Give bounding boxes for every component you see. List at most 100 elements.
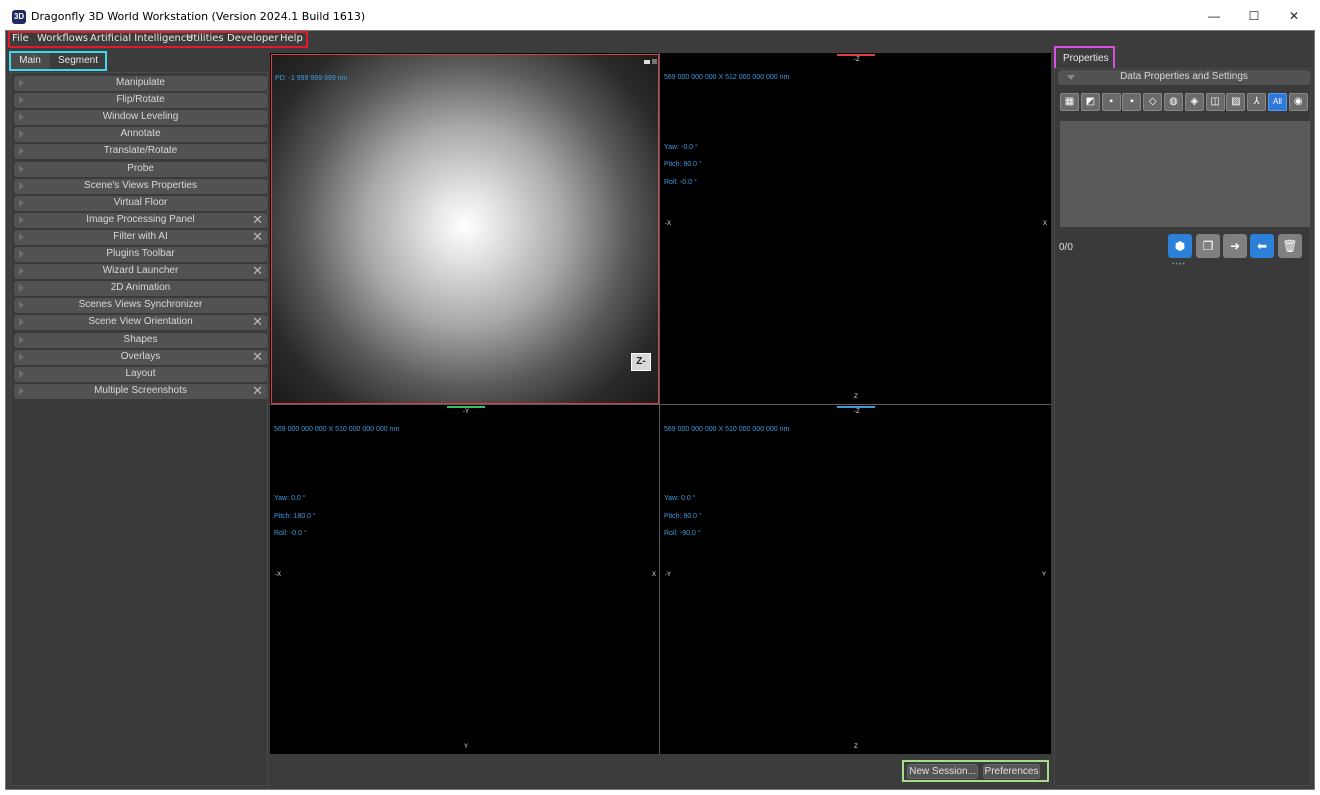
app-body: File Workflows Artificial Intelligence U… <box>5 30 1315 790</box>
panel-item-scenes-views-synchronizer[interactable]: Scenes Views Synchronizer <box>14 298 267 314</box>
viewport-area: PD: -1 999 999 999 nm Z- -Z 569 000 000 … <box>270 53 1051 754</box>
viewport-front-pitch: Pitch: 180.0 ° <box>274 513 316 520</box>
panel-item-label: Flip/Rotate <box>116 94 165 106</box>
close-button[interactable]: ✕ <box>1274 5 1314 27</box>
panel-item-annotate[interactable]: Annotate <box>14 127 267 143</box>
maximize-button[interactable]: ☐ <box>1234 5 1274 27</box>
close-panel-icon[interactable]: ✕ <box>252 229 263 244</box>
panel-item-label: Window Leveling <box>102 111 179 123</box>
delete-button[interactable]: 🗑 <box>1278 234 1302 258</box>
panel-item-label: Filter with AI <box>113 230 168 242</box>
menu-highlight-box <box>8 31 308 48</box>
close-panel-icon[interactable]: ✕ <box>252 212 263 227</box>
panel-item-filter-with-ai[interactable]: Filter with AI ✕ <box>14 229 267 245</box>
grid-icon[interactable]: ▦ <box>1060 93 1079 111</box>
panel-item-label: Annotate <box>120 128 161 140</box>
viewport-front[interactable]: -Y 569 000 000 000 X 510 000 000 000 nm … <box>271 406 659 753</box>
panel-item-scene-s-views-properties[interactable]: Scene's Views Properties <box>14 178 267 194</box>
panel-item-label: Multiple Screenshots <box>94 384 187 396</box>
axis-top-label: -Z <box>854 409 860 415</box>
panel-item-label: Scene's Views Properties <box>84 179 197 191</box>
viewport-side-size: 569 000 000 000 X 510 000 000 000 nm <box>664 426 790 433</box>
panel-item-multiple-screenshots[interactable]: Multiple Screenshots ✕ <box>14 383 267 399</box>
maximize-view-icon[interactable] <box>652 59 657 64</box>
viewport-front-size: 569 000 000 000 X 510 000 000 000 nm <box>274 426 400 433</box>
viewport-top[interactable]: -Z 569 000 000 000 X 512 000 000 000 nm … <box>661 54 1050 404</box>
panel-item-plugins-toolbar[interactable]: Plugins Toolbar <box>14 247 267 262</box>
panel-item-label: Wizard Launcher <box>102 265 179 277</box>
orientation-cube[interactable]: Z- <box>631 353 651 371</box>
window-title: Dragonfly 3D World Workstation (Version … <box>31 10 366 23</box>
camera-icon[interactable] <box>644 60 650 64</box>
panel-item-virtual-floor[interactable]: Virtual Floor <box>14 195 267 211</box>
panel-item-label: Manipulate <box>116 77 165 88</box>
panel-item-label: Plugins Toolbar <box>106 248 175 259</box>
hatch-icon[interactable]: ▨ <box>1226 93 1246 111</box>
panel-item-overlays[interactable]: Overlays ✕ <box>14 349 267 365</box>
axis-top-label: -Z <box>854 57 860 63</box>
axis-bottom-label: Y <box>464 744 469 750</box>
axis-right-label: X <box>1043 221 1048 227</box>
close-panel-icon[interactable]: ✕ <box>252 315 263 329</box>
properties-highlight-box <box>1054 46 1115 70</box>
minimize-button[interactable]: — <box>1194 5 1234 27</box>
bounds-icon[interactable]: ◫ <box>1205 93 1225 111</box>
export-button[interactable]: ➜ <box>1223 234 1247 258</box>
eye-icon[interactable]: ◉ <box>1288 93 1308 111</box>
close-panel-icon[interactable]: ✕ <box>252 349 263 364</box>
panel-item-label: Shapes <box>123 333 158 345</box>
filter-all-button[interactable]: All <box>1268 93 1287 111</box>
data-properties-header[interactable]: Data Properties and Settings <box>1058 70 1310 85</box>
axis-left-label: -Y <box>665 572 671 578</box>
panel-item-translate-rotate[interactable]: Translate/Rotate <box>14 144 267 160</box>
menu-bar: File Workflows Artificial Intelligence U… <box>6 31 1314 48</box>
viewport-3d[interactable]: PD: -1 999 999 999 nm Z- <box>271 54 659 404</box>
import-button[interactable]: ⬅ <box>1250 234 1274 258</box>
viewport-top-yaw: Yaw: -0.0 ° <box>664 144 698 151</box>
axis-left-label: -X <box>275 572 281 578</box>
panel-item-shapes[interactable]: Shapes <box>14 332 267 348</box>
viewport-side-marker <box>837 406 875 408</box>
panel-item-label: 2D Animation <box>110 282 171 294</box>
panel-item-window-leveling[interactable]: Window Leveling <box>14 110 267 126</box>
bottom-buttons-highlight-box <box>902 760 1049 782</box>
diamond-icon[interactable]: ◇ <box>1143 93 1163 111</box>
viewport-top-size: 569 000 000 000 X 512 000 000 000 nm <box>664 74 790 81</box>
data-list[interactable] <box>1060 121 1310 227</box>
panel-item-layout[interactable]: Layout <box>14 366 267 382</box>
panel-item-label: Scene View Orientation <box>88 316 193 328</box>
skeleton-icon[interactable]: ⅄ <box>1247 93 1267 111</box>
close-panel-icon[interactable]: ✕ <box>252 264 263 278</box>
title-bar: 3D Dragonfly 3D World Workstation (Versi… <box>0 0 1320 31</box>
range-icon[interactable]: ◩ <box>1080 93 1100 111</box>
panel-item-manipulate[interactable]: Manipulate <box>14 76 267 91</box>
panel-item-flip-rotate[interactable]: Flip/Rotate <box>14 93 267 109</box>
panel-item-image-processing-panel[interactable]: Image Processing Panel ✕ <box>14 212 267 228</box>
viewport-side[interactable]: -Z 569 000 000 000 X 510 000 000 000 nm … <box>661 406 1050 753</box>
properties-panel: Data Properties and Settings ▦ ◩ ▪ ▪ ◇ ◍ ◈ ◫ ▨ ⅄ A… <box>1054 68 1311 786</box>
tabs-highlight-box <box>9 51 107 71</box>
splitter-dots[interactable]: •••• <box>1172 261 1186 268</box>
viewport-top-roll: Roll: -0.0 ° <box>664 179 697 186</box>
viewport-top-marker <box>837 54 875 56</box>
square-icon[interactable]: ▪ <box>1101 93 1121 111</box>
data-properties-label: Data Properties and Settings <box>1120 71 1248 82</box>
viewport-divider-horizontal[interactable] <box>270 404 1051 405</box>
app-logo-icon: 3D <box>12 10 26 24</box>
viewport-top-pitch: Pitch: 90.0 ° <box>664 161 702 168</box>
grid-small-icon[interactable]: ▪ <box>1122 93 1142 111</box>
panel-item-wizard-launcher[interactable]: Wizard Launcher ✕ <box>14 264 267 280</box>
panel-item-scene-view-orientation[interactable]: Scene View Orientation ✕ <box>14 315 267 331</box>
copy-button[interactable]: ❐ <box>1196 234 1220 258</box>
panel-item-2d-animation[interactable]: 2D Animation <box>14 281 267 297</box>
panel-item-label: Layout <box>125 367 156 379</box>
panel-item-probe[interactable]: Probe <box>14 161 267 177</box>
axis-left-label: -X <box>665 221 671 227</box>
selection-count: 0/0 <box>1059 242 1073 253</box>
sphere-icon[interactable]: ◍ <box>1164 93 1183 111</box>
cube-data-button[interactable]: ⬢ <box>1168 234 1192 258</box>
axis-right-label: X <box>652 572 657 578</box>
close-panel-icon[interactable]: ✕ <box>252 383 263 398</box>
viewport-side-pitch: Pitch: 90.0 ° <box>664 513 702 520</box>
layers-icon[interactable]: ◈ <box>1184 93 1204 111</box>
